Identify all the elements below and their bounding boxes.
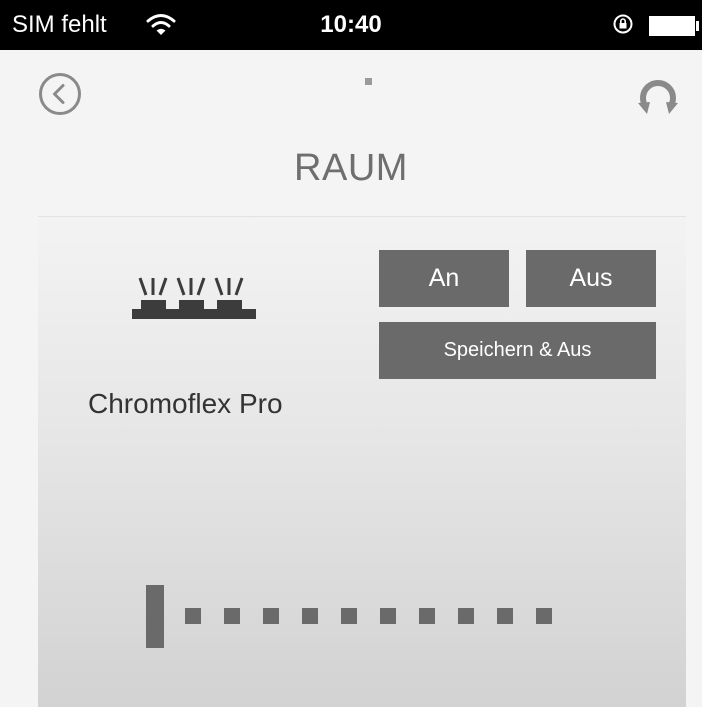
back-button[interactable]	[38, 72, 82, 116]
save-and-off-button[interactable]: Speichern & Aus	[379, 322, 656, 379]
slider-step[interactable]	[536, 608, 552, 624]
led-strip-icon	[132, 267, 262, 325]
device-card: Chromoflex Pro An Aus Speichern & Aus	[38, 216, 686, 707]
brightness-slider[interactable]	[143, 582, 573, 652]
status-time: 10:40	[320, 11, 382, 38]
page-title: RAUM	[294, 147, 408, 189]
slider-step[interactable]	[458, 608, 474, 624]
rotation-lock-icon	[612, 13, 634, 35]
page-indicator-dot	[365, 78, 372, 85]
slider-step[interactable]	[419, 608, 435, 624]
slider-step[interactable]	[380, 608, 396, 624]
battery-icon	[648, 15, 700, 37]
slider-handle[interactable]	[146, 585, 164, 648]
chevron-left-circle-icon	[39, 73, 81, 115]
slider-step[interactable]	[224, 608, 240, 624]
off-button[interactable]: Aus	[526, 250, 656, 307]
slider-step[interactable]	[263, 608, 279, 624]
nav-bar	[0, 50, 702, 140]
refresh-button[interactable]	[634, 72, 682, 118]
slider-step[interactable]	[497, 608, 513, 624]
device-name: Chromoflex Pro	[88, 388, 283, 419]
slider-step[interactable]	[341, 608, 357, 624]
status-bar: SIM fehlt 10:40	[0, 0, 702, 50]
refresh-icon	[638, 80, 678, 114]
on-button[interactable]: An	[379, 250, 509, 307]
slider-step[interactable]	[185, 608, 201, 624]
slider-step[interactable]	[302, 608, 318, 624]
